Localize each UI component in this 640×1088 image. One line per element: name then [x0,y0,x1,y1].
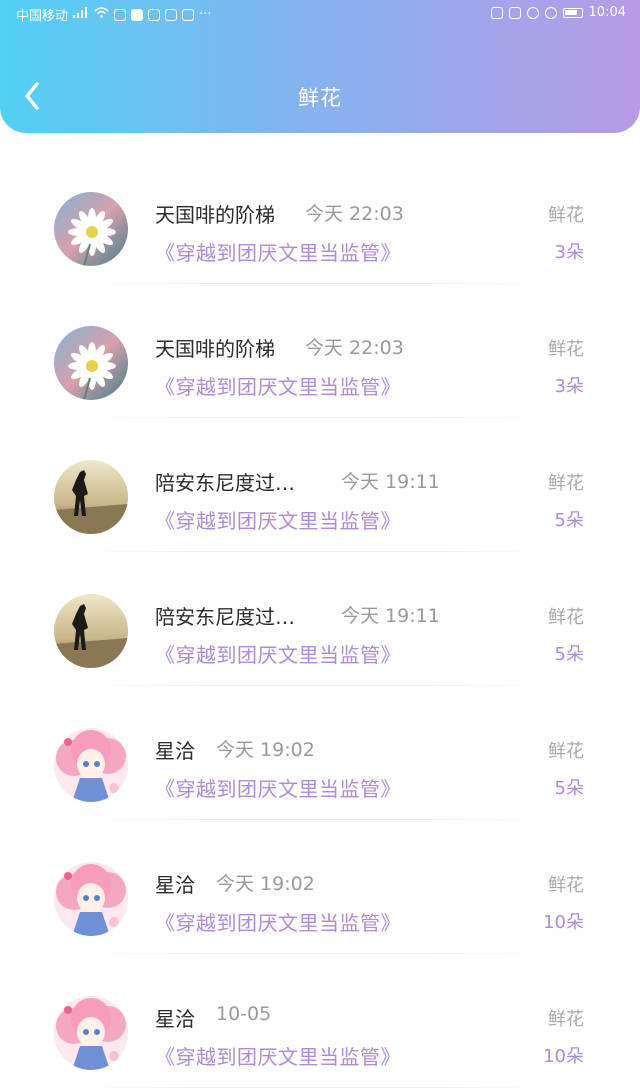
app-notification-icon [131,8,144,21]
app-notification-icon [165,8,178,21]
page-title: 鲜花 [298,86,342,110]
alarm-icon [526,6,539,19]
signal-icon [73,7,89,22]
status-bar: 中国移动 ··· 10:04 [0,0,640,28]
hd-icon [490,6,503,19]
send-time: 今天 22:03 [305,337,404,359]
sender-name: 陪安东尼度过… [155,605,295,629]
send-time: 今天 22:03 [305,203,404,225]
more-icon: ··· [199,7,212,22]
send-time: 今天 19:11 [341,605,440,627]
list-item[interactable]: 陪安东尼度过… 今天 19:11 《穿越到团厌文里当监管》 鲜花 5朵 [0,418,640,552]
sender-name: 星洽 [155,873,195,897]
app-header: 中国移动 ··· 10:04 鲜花 [0,0,640,133]
book-title[interactable]: 《穿越到团厌文里当监管》 [155,237,401,266]
avatar[interactable] [54,996,128,1070]
carrier-name: 中国移动 [16,9,69,24]
avatar[interactable] [54,192,128,266]
gift-type-label: 鲜花 [548,1009,584,1030]
status-bar-left: 中国移动 ··· [16,5,211,24]
app-notification-icon [114,8,127,21]
app-notification-icon [148,8,161,21]
list-item[interactable]: 星洽 今天 19:02 《穿越到团厌文里当监管》 鲜花 5朵 [0,686,640,820]
list-item[interactable]: 天国啡的阶梯 今天 22:03 《穿越到团厌文里当监管》 鲜花 3朵 [0,150,640,284]
book-title[interactable]: 《穿越到团厌文里当监管》 [155,505,401,534]
list-item[interactable]: 星洽 今天 19:02 《穿越到团厌文里当监管》 鲜花 10朵 [0,820,640,954]
gift-type-label: 鲜花 [548,339,584,360]
nfc-icon [508,6,521,19]
gift-count: 3朵 [554,242,584,263]
avatar[interactable] [54,728,128,802]
gift-type-label: 鲜花 [548,741,584,762]
avatar[interactable] [54,862,128,936]
book-title[interactable]: 《穿越到团厌文里当监管》 [155,371,401,400]
wifi-icon [94,7,109,22]
list-item[interactable]: 天国啡的阶梯 今天 22:03 《穿越到团厌文里当监管》 鲜花 3朵 [0,284,640,418]
avatar[interactable] [54,594,128,668]
list-item[interactable]: 星洽 10-05 《穿越到团厌文里当监管》 鲜花 10朵 [0,954,640,1088]
book-title[interactable]: 《穿越到团厌文里当监管》 [155,773,401,802]
send-time: 今天 19:02 [216,873,315,895]
avatar[interactable] [54,460,128,534]
battery-icon [562,7,583,18]
clock-time: 10:04 [588,5,626,20]
book-title[interactable]: 《穿越到团厌文里当监管》 [155,907,401,936]
gift-count: 5朵 [554,644,584,665]
mute-icon [544,6,557,19]
flower-record-list: 天国啡的阶梯 今天 22:03 《穿越到团厌文里当监管》 鲜花 3朵 天国啡的阶梯 今天 2… [0,150,640,1088]
status-bar-right: 10:04 [490,5,626,20]
gift-type-label: 鲜花 [548,473,584,494]
gift-count: 3朵 [554,376,584,397]
sender-name: 天国啡的阶梯 [155,203,275,227]
send-time: 10-05 [216,1003,272,1025]
app-notification-icon [182,8,195,21]
gift-count: 5朵 [554,510,584,531]
send-time: 今天 19:02 [216,739,315,761]
gift-count: 10朵 [543,1046,584,1067]
gift-type-label: 鲜花 [548,205,584,226]
list-item[interactable]: 陪安东尼度过… 今天 19:11 《穿越到团厌文里当监管》 鲜花 5朵 [0,552,640,686]
send-time: 今天 19:11 [341,471,440,493]
gift-count: 5朵 [554,778,584,799]
sender-name: 天国啡的阶梯 [155,337,275,361]
sender-name: 陪安东尼度过… [155,471,295,495]
gift-type-label: 鲜花 [548,875,584,896]
gift-count: 10朵 [543,912,584,933]
sender-name: 星洽 [155,1007,195,1031]
sender-name: 星洽 [155,739,195,763]
gift-type-label: 鲜花 [548,607,584,628]
book-title[interactable]: 《穿越到团厌文里当监管》 [155,639,401,668]
avatar[interactable] [54,326,128,400]
